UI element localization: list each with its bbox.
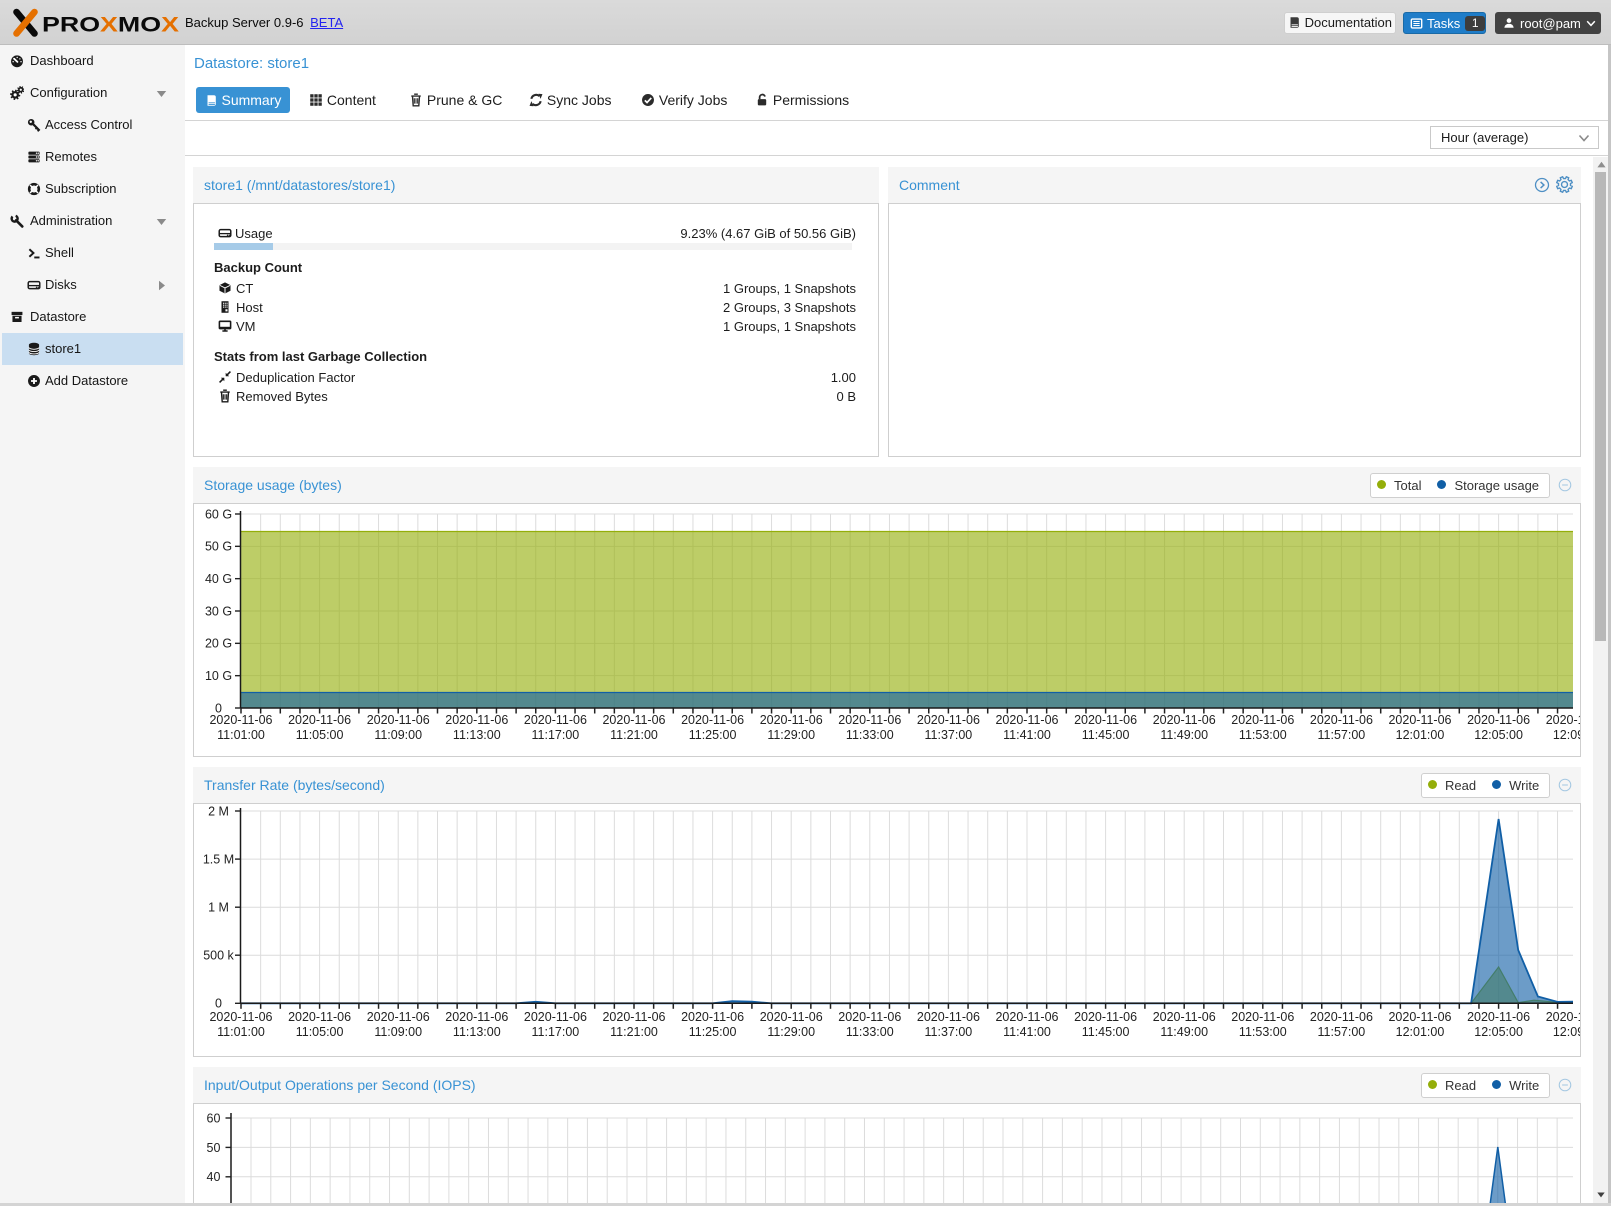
svg-text:11:33:00: 11:33:00 [846, 1025, 894, 1039]
svg-text:11:41:00: 11:41:00 [1003, 1025, 1051, 1039]
svg-text:11:05:00: 11:05:00 [296, 1025, 344, 1039]
svg-text:2020-11-06: 2020-11-06 [917, 1010, 980, 1024]
svg-text:11:09:00: 11:09:00 [374, 1025, 422, 1039]
svg-text:2020-11-06: 2020-11-06 [1467, 1010, 1530, 1024]
svg-text:20 G: 20 G [205, 637, 232, 651]
svg-text:2020-11-06: 2020-11-06 [1310, 713, 1373, 727]
svg-text:11:53:00: 11:53:00 [1239, 728, 1287, 742]
svg-text:2020-11-06: 2020-11-06 [838, 713, 901, 727]
svg-text:11:49:00: 11:49:00 [1160, 728, 1208, 742]
svg-text:30 G: 30 G [205, 604, 232, 618]
svg-text:11:17:00: 11:17:00 [532, 1025, 580, 1039]
svg-text:500 k: 500 k [203, 949, 234, 963]
svg-text:11:13:00: 11:13:00 [453, 1025, 501, 1039]
svg-text:12:05:00: 12:05:00 [1474, 1025, 1523, 1039]
svg-text:2020-11-06: 2020-11-06 [1153, 713, 1216, 727]
svg-text:12:01:00: 12:01:00 [1396, 728, 1445, 742]
svg-text:PROXMOX: PROXMOX [42, 13, 180, 37]
svg-text:11:21:00: 11:21:00 [610, 1025, 658, 1039]
svg-text:10 G: 10 G [205, 669, 232, 683]
svg-text:60: 60 [207, 1111, 221, 1125]
svg-text:11:33:00: 11:33:00 [846, 728, 894, 742]
svg-text:2020-11-06: 2020-11-06 [760, 1010, 823, 1024]
svg-text:2020-11-06: 2020-11-06 [1388, 1010, 1451, 1024]
svg-text:2020-11-06: 2020-11-06 [602, 713, 665, 727]
svg-text:2020-11-06: 2020-11-06 [760, 713, 823, 727]
svg-text:2020-11-06: 2020-11-06 [1546, 1010, 1580, 1024]
svg-text:2020-11-06: 2020-11-06 [367, 713, 430, 727]
svg-text:2020-11-06: 2020-11-06 [995, 713, 1058, 727]
svg-text:11:01:00: 11:01:00 [217, 728, 265, 742]
svg-text:2 M: 2 M [208, 804, 229, 818]
svg-text:2020-11-06: 2020-11-06 [1231, 1010, 1294, 1024]
svg-text:11:45:00: 11:45:00 [1082, 1025, 1130, 1039]
svg-text:11:29:00: 11:29:00 [767, 728, 815, 742]
svg-text:2020-11-06: 2020-11-06 [288, 713, 351, 727]
svg-text:2020-11-06: 2020-11-06 [524, 713, 587, 727]
svg-text:11:57:00: 11:57:00 [1318, 728, 1366, 742]
svg-text:40: 40 [207, 1170, 221, 1184]
svg-text:11:41:00: 11:41:00 [1003, 728, 1051, 742]
svg-text:11:53:00: 11:53:00 [1239, 1025, 1287, 1039]
svg-text:2020-11-06: 2020-11-06 [1388, 713, 1451, 727]
svg-text:11:13:00: 11:13:00 [453, 728, 501, 742]
svg-text:40 G: 40 G [205, 572, 232, 586]
svg-text:12:05:00: 12:05:00 [1474, 728, 1523, 742]
svg-text:2020-11-06: 2020-11-06 [1546, 713, 1580, 727]
svg-text:2020-11-06: 2020-11-06 [445, 1010, 508, 1024]
svg-text:2020-11-06: 2020-11-06 [1153, 1010, 1216, 1024]
svg-text:2020-11-06: 2020-11-06 [838, 1010, 901, 1024]
svg-text:2020-11-06: 2020-11-06 [1074, 713, 1137, 727]
svg-text:2020-11-06: 2020-11-06 [288, 1010, 351, 1024]
svg-text:2020-11-06: 2020-11-06 [995, 1010, 1058, 1024]
svg-text:11:05:00: 11:05:00 [296, 728, 344, 742]
svg-text:12:01:00: 12:01:00 [1396, 1025, 1445, 1039]
svg-text:50 G: 50 G [205, 540, 232, 554]
svg-text:1.5 M: 1.5 M [203, 853, 234, 867]
svg-text:11:25:00: 11:25:00 [689, 1025, 737, 1039]
svg-text:2020-11-06: 2020-11-06 [1074, 1010, 1137, 1024]
svg-text:50: 50 [207, 1141, 221, 1155]
svg-text:12:09:00: 12:09:00 [1553, 1025, 1580, 1039]
svg-text:11:45:00: 11:45:00 [1082, 728, 1130, 742]
svg-text:2020-11-06: 2020-11-06 [681, 1010, 744, 1024]
svg-text:11:37:00: 11:37:00 [925, 1025, 973, 1039]
svg-text:11:09:00: 11:09:00 [374, 728, 422, 742]
svg-text:2020-11-06: 2020-11-06 [602, 1010, 665, 1024]
svg-text:2020-11-06: 2020-11-06 [524, 1010, 587, 1024]
svg-text:11:49:00: 11:49:00 [1160, 1025, 1208, 1039]
svg-text:1 M: 1 M [208, 901, 229, 915]
svg-text:0: 0 [215, 997, 222, 1011]
svg-text:11:25:00: 11:25:00 [689, 728, 737, 742]
svg-text:11:57:00: 11:57:00 [1318, 1025, 1366, 1039]
svg-text:11:29:00: 11:29:00 [767, 1025, 815, 1039]
svg-text:11:21:00: 11:21:00 [610, 728, 658, 742]
svg-text:2020-11-06: 2020-11-06 [681, 713, 744, 727]
svg-text:2020-11-06: 2020-11-06 [917, 713, 980, 727]
svg-text:2020-11-06: 2020-11-06 [367, 1010, 430, 1024]
svg-text:60 G: 60 G [205, 507, 232, 521]
svg-text:11:17:00: 11:17:00 [532, 728, 580, 742]
svg-text:12:09:00: 12:09:00 [1553, 728, 1580, 742]
svg-text:2020-11-06: 2020-11-06 [209, 1010, 272, 1024]
svg-text:11:01:00: 11:01:00 [217, 1025, 265, 1039]
svg-text:2020-11-06: 2020-11-06 [445, 713, 508, 727]
svg-text:2020-11-06: 2020-11-06 [1310, 1010, 1373, 1024]
svg-text:2020-11-06: 2020-11-06 [209, 713, 272, 727]
svg-text:11:37:00: 11:37:00 [925, 728, 973, 742]
svg-text:2020-11-06: 2020-11-06 [1467, 713, 1530, 727]
svg-text:2020-11-06: 2020-11-06 [1231, 713, 1294, 727]
